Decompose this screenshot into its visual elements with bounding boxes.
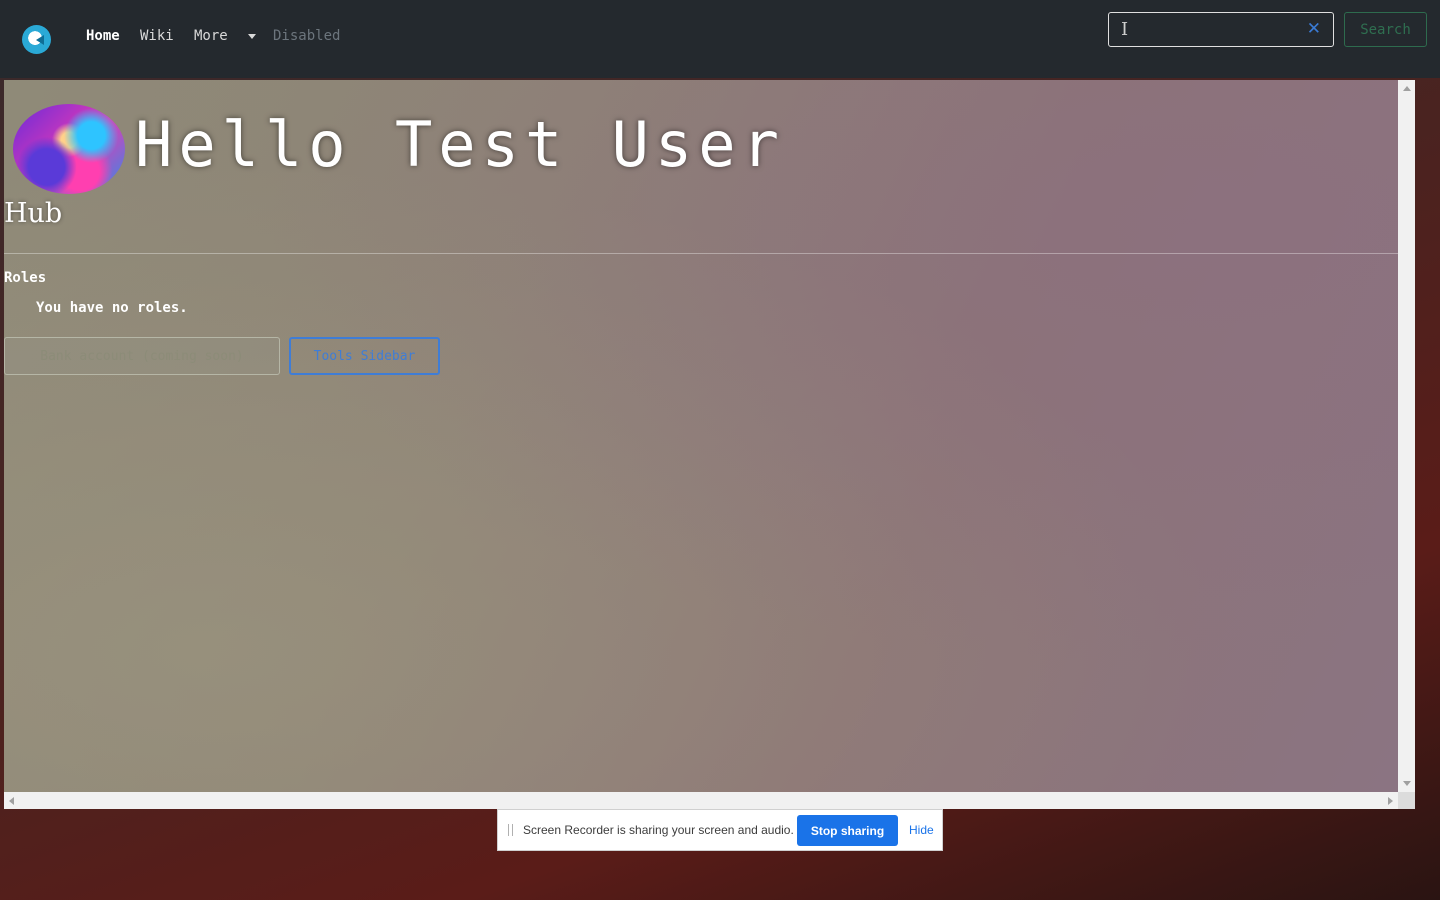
clear-search-icon[interactable]: ✕ — [1307, 19, 1321, 39]
scroll-right-arrow-icon[interactable] — [1388, 797, 1393, 805]
page-subtitle: Hub — [4, 198, 63, 229]
page-title: Hello Test User — [135, 108, 785, 181]
stop-sharing-button[interactable]: Stop sharing — [797, 815, 898, 846]
avatar — [13, 104, 125, 194]
text-cursor-icon: I — [1121, 19, 1129, 40]
hide-link[interactable]: Hide — [909, 823, 934, 837]
nav-dropdown-more[interactable]: More — [194, 28, 228, 44]
roles-heading: Roles — [4, 270, 47, 286]
vertical-scrollbar[interactable] — [1398, 80, 1415, 792]
nav-link-wiki[interactable]: Wiki — [140, 28, 174, 44]
main-content: Hello Test User Hub Roles You have no ro… — [4, 80, 1398, 792]
top-navbar: Home Wiki More Disabled I ✕ Search — [0, 0, 1440, 78]
divider — [4, 253, 1398, 254]
tools-sidebar-button[interactable]: Tools Sidebar — [289, 337, 440, 375]
globe-logo-icon[interactable] — [22, 25, 51, 54]
scroll-left-arrow-icon[interactable] — [9, 797, 14, 805]
nav-link-disabled: Disabled — [273, 28, 341, 44]
search-button[interactable]: Search — [1344, 12, 1427, 47]
roles-empty-text: You have no roles. — [36, 300, 188, 316]
scrollbar-corner — [1398, 792, 1415, 809]
scroll-down-arrow-icon[interactable] — [1403, 781, 1411, 786]
scroll-up-arrow-icon[interactable] — [1403, 86, 1411, 91]
search-field[interactable]: I ✕ — [1108, 12, 1334, 47]
bank-account-button: Bank account (coming soon) — [4, 337, 280, 375]
nav-link-home[interactable]: Home — [86, 28, 120, 44]
horizontal-scrollbar[interactable] — [4, 792, 1398, 809]
search-input[interactable] — [1117, 17, 1306, 44]
screen-share-bar: Screen Recorder is sharing your screen a… — [497, 809, 943, 851]
drag-handle-icon[interactable] — [508, 824, 513, 836]
chevron-down-icon[interactable] — [248, 34, 256, 39]
share-message: Screen Recorder is sharing your screen a… — [523, 823, 794, 837]
